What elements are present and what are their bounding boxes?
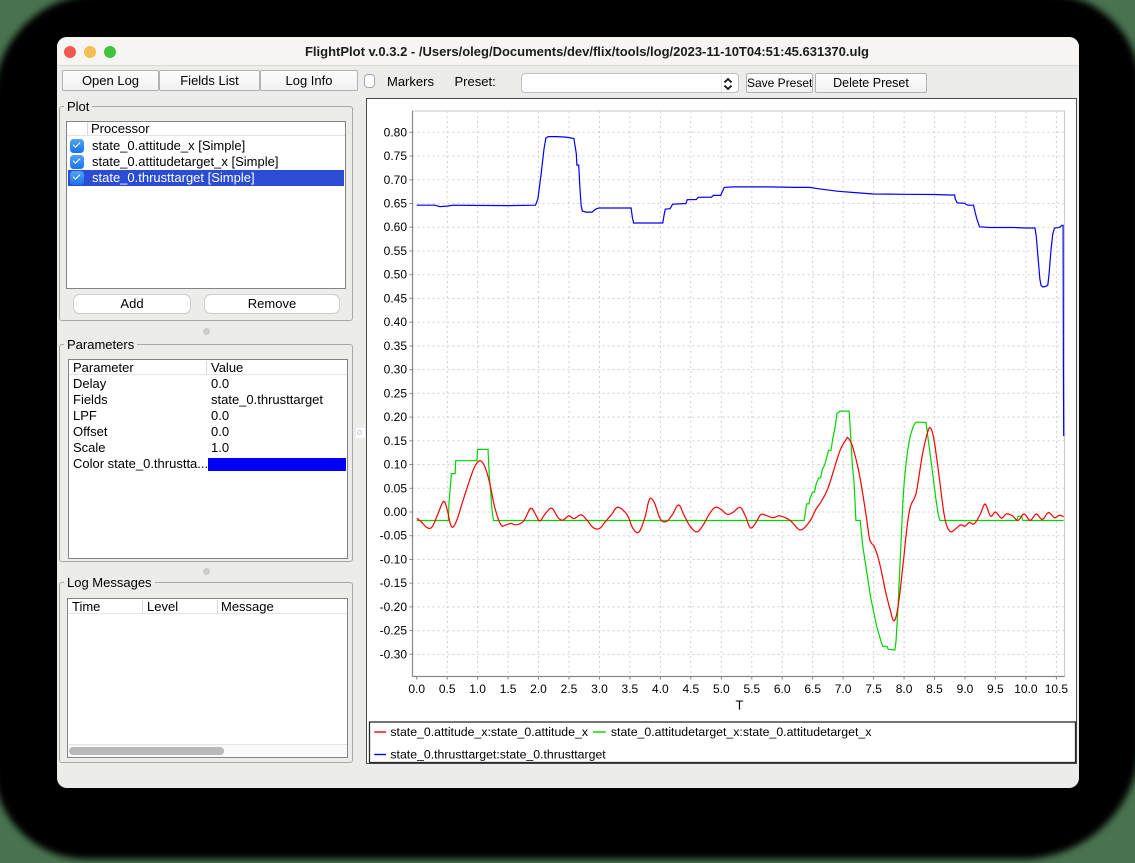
svg-text:4.0: 4.0 bbox=[652, 682, 669, 696]
svg-text:3.0: 3.0 bbox=[591, 682, 608, 696]
svg-text:0.20: 0.20 bbox=[384, 410, 408, 424]
svg-text:-0.10: -0.10 bbox=[380, 552, 408, 566]
svg-text:0.45: 0.45 bbox=[384, 291, 408, 305]
svg-text:-0.20: -0.20 bbox=[380, 599, 408, 613]
svg-text:1.0: 1.0 bbox=[469, 682, 486, 696]
svg-text:0.10: 0.10 bbox=[384, 457, 408, 471]
svg-text:5.0: 5.0 bbox=[713, 682, 730, 696]
svg-text:0.00: 0.00 bbox=[384, 505, 408, 519]
svg-text:10.5: 10.5 bbox=[1045, 682, 1069, 696]
svg-text:7.5: 7.5 bbox=[865, 682, 882, 696]
svg-text:0.30: 0.30 bbox=[384, 362, 408, 376]
svg-text:0.65: 0.65 bbox=[384, 196, 408, 210]
svg-text:4.5: 4.5 bbox=[682, 682, 699, 696]
svg-text:0.75: 0.75 bbox=[384, 149, 408, 163]
svg-text:0.40: 0.40 bbox=[384, 315, 408, 329]
svg-text:-0.15: -0.15 bbox=[380, 576, 408, 590]
svg-text:T: T bbox=[736, 697, 744, 712]
svg-text:7.0: 7.0 bbox=[835, 682, 852, 696]
svg-text:1.5: 1.5 bbox=[500, 682, 517, 696]
svg-text:3.5: 3.5 bbox=[622, 682, 639, 696]
svg-text:0.80: 0.80 bbox=[384, 125, 408, 139]
svg-text:6.0: 6.0 bbox=[774, 682, 791, 696]
svg-text:9.0: 9.0 bbox=[957, 682, 974, 696]
svg-text:0.5: 0.5 bbox=[439, 682, 456, 696]
svg-text:state_0.attitudetarget_x:state: state_0.attitudetarget_x:state_0.attitud… bbox=[611, 725, 872, 739]
svg-text:-0.05: -0.05 bbox=[380, 528, 408, 542]
svg-text:2.5: 2.5 bbox=[561, 682, 578, 696]
svg-text:0.55: 0.55 bbox=[384, 244, 408, 258]
svg-text:2.0: 2.0 bbox=[530, 682, 547, 696]
svg-text:8.5: 8.5 bbox=[926, 682, 943, 696]
svg-text:6.5: 6.5 bbox=[804, 682, 821, 696]
svg-text:0.05: 0.05 bbox=[384, 481, 408, 495]
svg-text:0.35: 0.35 bbox=[384, 338, 408, 352]
svg-text:5.5: 5.5 bbox=[743, 682, 760, 696]
svg-text:0.25: 0.25 bbox=[384, 386, 408, 400]
svg-text:0.50: 0.50 bbox=[384, 267, 408, 281]
svg-text:8.0: 8.0 bbox=[896, 682, 913, 696]
svg-text:0.60: 0.60 bbox=[384, 220, 408, 234]
svg-text:state_0.thrusttarget:state_0.t: state_0.thrusttarget:state_0.thrusttarge… bbox=[390, 747, 606, 761]
svg-text:0.0: 0.0 bbox=[408, 682, 425, 696]
svg-text:9.5: 9.5 bbox=[987, 682, 1004, 696]
svg-text:-0.30: -0.30 bbox=[380, 647, 408, 661]
svg-text:-0.25: -0.25 bbox=[380, 623, 408, 637]
svg-text:0.15: 0.15 bbox=[384, 433, 408, 447]
svg-text:0.70: 0.70 bbox=[384, 172, 408, 186]
svg-text:10.0: 10.0 bbox=[1014, 682, 1038, 696]
svg-text:state_0.attitude_x:state_0.att: state_0.attitude_x:state_0.attitude_x bbox=[390, 725, 588, 739]
